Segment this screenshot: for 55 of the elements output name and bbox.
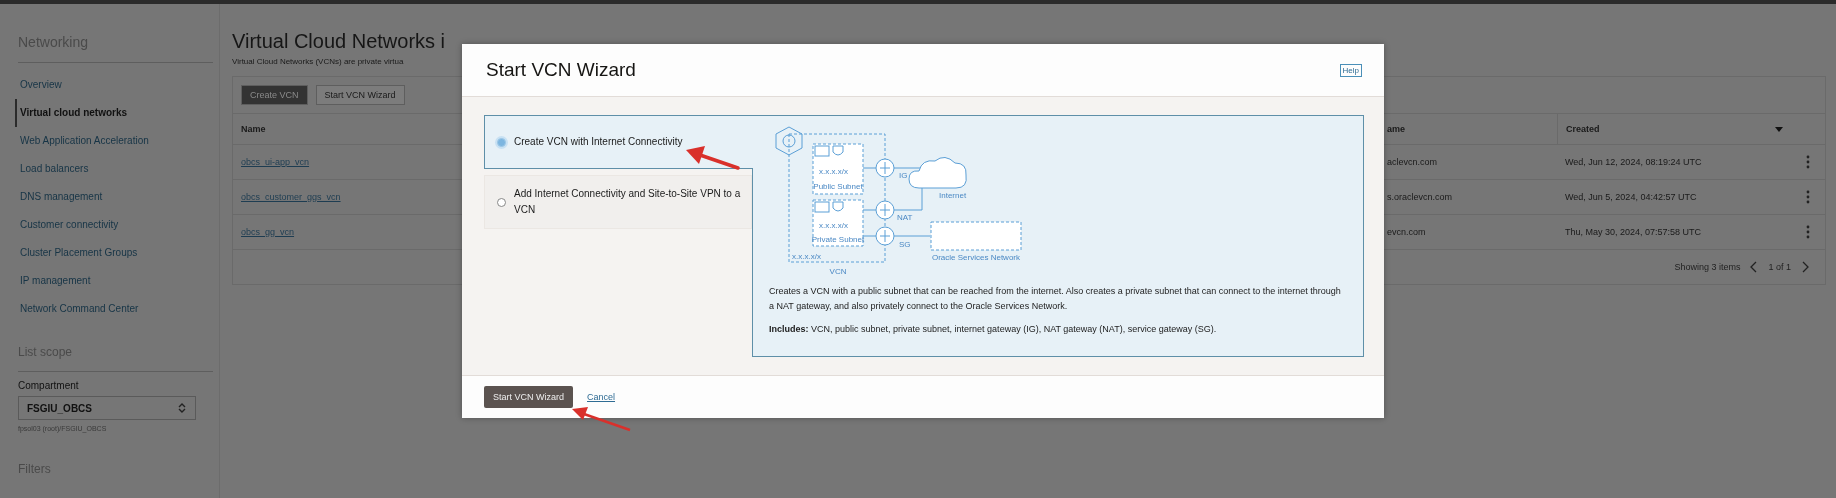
sidebar-item[interactable]: Customer connectivity	[15, 211, 203, 239]
previous-page-icon[interactable]	[1750, 261, 1759, 273]
sidebar-item[interactable]: Network Command Center	[15, 295, 203, 323]
field-label: Compartment	[18, 380, 80, 391]
diagram-label: VCN	[829, 267, 847, 276]
diagram-label: Private Subnet	[811, 235, 865, 244]
wizard-option[interactable]: Add Internet Connectivity and Site-to-Site VPN to a VCN	[484, 175, 752, 229]
kebab-menu-icon[interactable]	[1806, 225, 1810, 239]
diagram-label: Public Subnet	[813, 182, 863, 191]
sidebar-item[interactable]: IP management	[15, 267, 203, 295]
vcn-link[interactable]: obcs_ui-app_vcn	[241, 157, 310, 167]
cancel-link[interactable]: Cancel	[587, 392, 616, 402]
start-wizard-button[interactable]: Start VCN Wizard	[484, 386, 573, 408]
dialog-title: Start VCN Wizard	[486, 59, 636, 81]
page-title: Virtual Cloud Networks i	[232, 30, 447, 53]
sidebar-item[interactable]: DNS management	[15, 183, 203, 211]
table-cell: evcn.com	[1387, 227, 1426, 237]
includes-text: Includes: VCN, public subnet, private subnet, internet gateway (IG), NAT gateway (NAT), service gateway (SG).	[769, 322, 1218, 336]
table-cell: Thu, May 30, 2024, 07:57:58 UTC	[1565, 227, 1702, 237]
sidebar-item[interactable]: Cluster Placement Groups	[15, 239, 203, 267]
table-cell: Wed, Jun 5, 2024, 04:42:57 UTC	[1565, 192, 1697, 202]
diagram-label: x.x.x.x/x	[819, 221, 848, 230]
toolbar-button[interactable]: Start VCN Wizard	[315, 85, 405, 105]
kebab-menu-icon[interactable]	[1806, 190, 1810, 204]
sidebar-item[interactable]: Web Application Acceleration	[15, 127, 203, 155]
diagram-label: IG	[899, 171, 908, 180]
table-cell: s.oraclevcn.com	[1387, 192, 1453, 202]
table-cell: aclevcn.com	[1387, 157, 1438, 167]
page-description: Virtual Cloud Networks (VCNs) are private virtua	[232, 57, 405, 66]
annotation-arrow	[572, 407, 631, 432]
sidebar-item[interactable]: Load balancers	[15, 155, 203, 183]
kebab-menu-icon[interactable]	[1806, 155, 1810, 169]
sidebar-item[interactable]: Virtual cloud networks	[15, 99, 203, 127]
wizard-option[interactable]: Create VCN with Internet Connectivity	[484, 115, 753, 169]
table-cell: Wed, Jun 12, 2024, 08:19:24 UTC	[1565, 157, 1702, 167]
diagram-label: NAT	[897, 213, 913, 222]
next-page-icon[interactable]	[1801, 261, 1809, 273]
item-count: Showing 3 items	[1674, 262, 1741, 272]
sort-icon	[1775, 126, 1783, 132]
page-indicator: 1 of 1	[1768, 262, 1791, 272]
compartment-select[interactable]: FSGIU_OBCS	[18, 396, 196, 420]
sidebar-item[interactable]: Overview	[15, 71, 203, 99]
toolbar-button[interactable]: Create VCN	[241, 85, 308, 105]
diagram-label: Internet	[939, 191, 967, 200]
vcn-link[interactable]: obcs_customer_ggs_vcn	[241, 192, 341, 202]
diagram-label: SG	[899, 240, 911, 249]
updown-icon	[177, 402, 187, 414]
option-description: Creates a VCN with a public subnet that can be reached from the internet. Also creates a private subnet that can connect to the internet through a NAT gateway, and also privately connect to the Oracle Services Network.	[769, 285, 1342, 313]
diagram-label: x.x.x.x/x	[819, 167, 848, 176]
vcn-link[interactable]: obcs_gg_vcn	[241, 227, 295, 237]
annotation-arrow	[686, 146, 740, 170]
column-header[interactable]: Created	[1557, 114, 1791, 144]
help-link[interactable]: Help	[1339, 63, 1362, 77]
diagram-label: Oracle Services Network	[932, 253, 1020, 262]
diagram-label: x.x.x.x/x	[792, 252, 821, 261]
